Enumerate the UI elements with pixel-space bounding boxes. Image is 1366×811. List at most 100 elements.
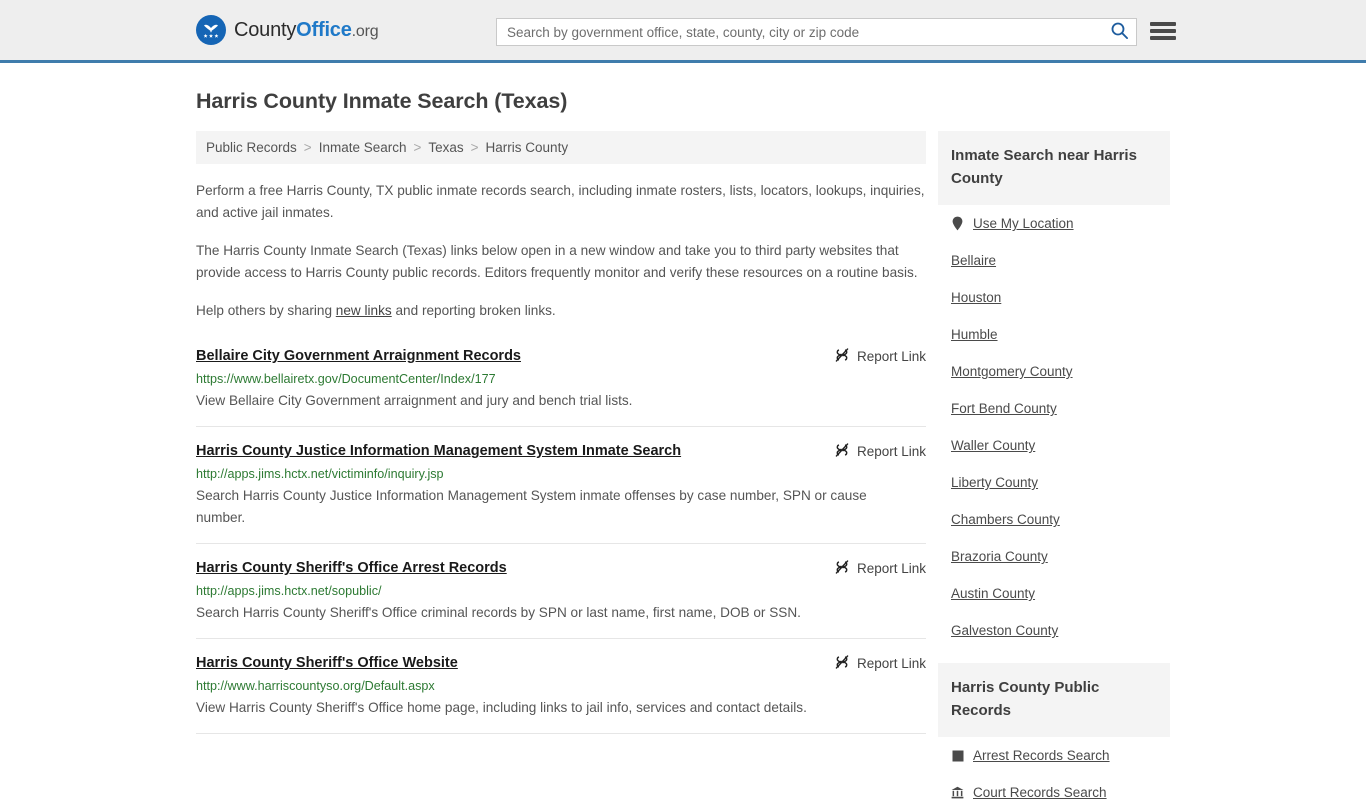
report-link-button[interactable]: Report Link <box>834 559 926 578</box>
breadcrumb: Public Records > Inmate Search > Texas >… <box>196 131 926 164</box>
result-item: Harris County Sheriff's Office Website R… <box>196 653 926 734</box>
sidebar-link[interactable]: Liberty County <box>951 475 1038 490</box>
page-title: Harris County Inmate Search (Texas) <box>196 89 568 113</box>
breadcrumb-item-texas[interactable]: Texas <box>428 140 463 155</box>
content-columns: Public Records > Inmate Search > Texas >… <box>196 131 1170 811</box>
result-description: View Harris County Sheriff's Office home… <box>196 700 807 715</box>
sidebar-item-bellaire[interactable]: Bellaire <box>951 242 1157 279</box>
report-link-button[interactable]: Report Link <box>834 442 926 461</box>
sidebar-link[interactable]: Austin County <box>951 586 1035 601</box>
broken-link-icon <box>834 654 850 673</box>
result-item: Bellaire City Government Arraignment Rec… <box>196 344 926 427</box>
report-link-label: Report Link <box>856 444 926 459</box>
report-link-label: Report Link <box>856 561 926 576</box>
hamburger-bar <box>1150 36 1176 40</box>
search-bar[interactable] <box>496 18 1137 46</box>
sidebar-nearby-heading: Inmate Search near Harris County <box>938 131 1170 205</box>
map-pin-icon <box>951 216 964 231</box>
intro-paragraph-1: Perform a free Harris County, TX public … <box>196 183 925 220</box>
sidebar-link[interactable]: Brazoria County <box>951 549 1048 564</box>
breadcrumb-item-public-records[interactable]: Public Records <box>206 140 297 155</box>
hamburger-menu-icon[interactable] <box>1150 20 1176 42</box>
report-link-button[interactable]: Report Link <box>834 654 926 673</box>
sidebar-item-chambers-county[interactable]: Chambers County <box>951 501 1157 538</box>
result-item: Harris County Justice Information Manage… <box>196 441 926 544</box>
sidebar-item-use-my-location[interactable]: Use My Location <box>951 205 1157 242</box>
sidebar-item-austin-county[interactable]: Austin County <box>951 575 1157 612</box>
search-icon <box>1110 21 1129 43</box>
result-url-link[interactable]: https://www.bellairetx.gov/DocumentCente… <box>196 371 926 388</box>
broken-link-icon <box>834 347 850 366</box>
result-description: Search Harris County Sheriff's Office cr… <box>196 605 801 620</box>
sidebar-item-arrest-records-search[interactable]: Arrest Records Search <box>951 737 1157 774</box>
sidebar-link[interactable]: Bellaire <box>951 253 996 268</box>
broken-link-icon <box>834 442 850 461</box>
broken-link-icon <box>834 559 850 578</box>
sidebar-item-montgomery-county[interactable]: Montgomery County <box>951 353 1157 390</box>
new-links-link[interactable]: new links <box>336 303 392 318</box>
sidebar-link[interactable]: Houston <box>951 290 1001 305</box>
sidebar-link[interactable]: Montgomery County <box>951 364 1073 379</box>
intro-p3-before: Help others by sharing <box>196 303 336 318</box>
result-header: Harris County Justice Information Manage… <box>196 441 926 461</box>
sidebar-item-brazoria-county[interactable]: Brazoria County <box>951 538 1157 575</box>
report-link-label: Report Link <box>856 656 926 671</box>
sidebar-link[interactable]: Galveston County <box>951 623 1058 638</box>
result-title-link[interactable]: Bellaire City Government Arraignment Rec… <box>196 346 521 366</box>
result-url-link[interactable]: http://apps.jims.hctx.net/sopublic/ <box>196 583 926 600</box>
eagle-stars-seal-icon <box>196 15 226 45</box>
intro-text: Perform a free Harris County, TX public … <box>196 180 926 322</box>
search-button[interactable] <box>1102 19 1136 45</box>
hamburger-bar <box>1150 22 1176 26</box>
court-records-search-link[interactable]: Court Records Search <box>973 785 1107 800</box>
result-url-link[interactable]: http://apps.jims.hctx.net/victiminfo/inq… <box>196 466 926 483</box>
sidebar-item-fort-bend-county[interactable]: Fort Bend County <box>951 390 1157 427</box>
site-header: CountyOffice.org <box>0 0 1366 63</box>
page-container: Harris County Inmate Search (Texas) Publ… <box>0 89 1366 811</box>
intro-paragraph-2: The Harris County Inmate Search (Texas) … <box>196 243 918 280</box>
result-header: Harris County Sheriff's Office Arrest Re… <box>196 558 926 578</box>
sidebar-nearby-list: Use My Location Bellaire Houston Humble … <box>938 205 1170 649</box>
brand-office-text: Office <box>296 18 352 41</box>
result-title-link[interactable]: Harris County Sheriff's Office Website <box>196 653 458 673</box>
brand-county-text: County <box>234 18 297 41</box>
sidebar-item-court-records-search[interactable]: Court Records Search <box>951 774 1157 811</box>
arrest-records-search-link[interactable]: Arrest Records Search <box>973 748 1110 763</box>
report-link-button[interactable]: Report Link <box>834 347 926 366</box>
hamburger-bar <box>1150 29 1176 33</box>
breadcrumb-separator: > <box>303 140 312 155</box>
intro-p3-after: and reporting broken links. <box>391 303 556 318</box>
site-logo[interactable]: CountyOffice.org <box>196 15 379 45</box>
sidebar-link[interactable]: Chambers County <box>951 512 1060 527</box>
sidebar-public-records-section: Harris County Public Records Arrest Reco… <box>938 663 1170 811</box>
sidebar-item-humble[interactable]: Humble <box>951 316 1157 353</box>
result-description: View Bellaire City Government arraignmen… <box>196 393 633 408</box>
courthouse-icon <box>951 786 964 799</box>
sidebar-link[interactable]: Humble <box>951 327 998 342</box>
fingerprint-square-icon <box>951 750 964 762</box>
result-description: Search Harris County Justice Information… <box>196 488 867 525</box>
search-input[interactable] <box>497 19 1102 45</box>
sidebar-link[interactable]: Fort Bend County <box>951 401 1057 416</box>
sidebar-public-records-heading: Harris County Public Records <box>938 663 1170 737</box>
use-my-location-link[interactable]: Use My Location <box>973 216 1074 231</box>
brand-org-text: .org <box>351 22 379 40</box>
sidebar: Inmate Search near Harris County Use My … <box>938 131 1170 811</box>
result-header: Harris County Sheriff's Office Website R… <box>196 653 926 673</box>
breadcrumb-item-harris-county[interactable]: Harris County <box>486 140 569 155</box>
breadcrumb-separator: > <box>413 140 422 155</box>
result-title-link[interactable]: Harris County Justice Information Manage… <box>196 441 681 461</box>
result-title-link[interactable]: Harris County Sheriff's Office Arrest Re… <box>196 558 507 578</box>
sidebar-public-records-list: Arrest Records Search Court Records Sear… <box>938 737 1170 811</box>
sidebar-item-waller-county[interactable]: Waller County <box>951 427 1157 464</box>
sidebar-item-liberty-county[interactable]: Liberty County <box>951 464 1157 501</box>
result-url-link[interactable]: http://www.harriscountyso.org/Default.as… <box>196 678 926 695</box>
intro-paragraph-3: Help others by sharing new links and rep… <box>196 300 926 322</box>
results-list: Bellaire City Government Arraignment Rec… <box>196 344 926 734</box>
sidebar-item-houston[interactable]: Houston <box>951 279 1157 316</box>
main-column: Public Records > Inmate Search > Texas >… <box>196 131 926 811</box>
breadcrumb-item-inmate-search[interactable]: Inmate Search <box>319 140 407 155</box>
brand-wordmark: CountyOffice.org <box>234 18 379 42</box>
sidebar-item-galveston-county[interactable]: Galveston County <box>951 612 1157 649</box>
sidebar-link[interactable]: Waller County <box>951 438 1035 453</box>
